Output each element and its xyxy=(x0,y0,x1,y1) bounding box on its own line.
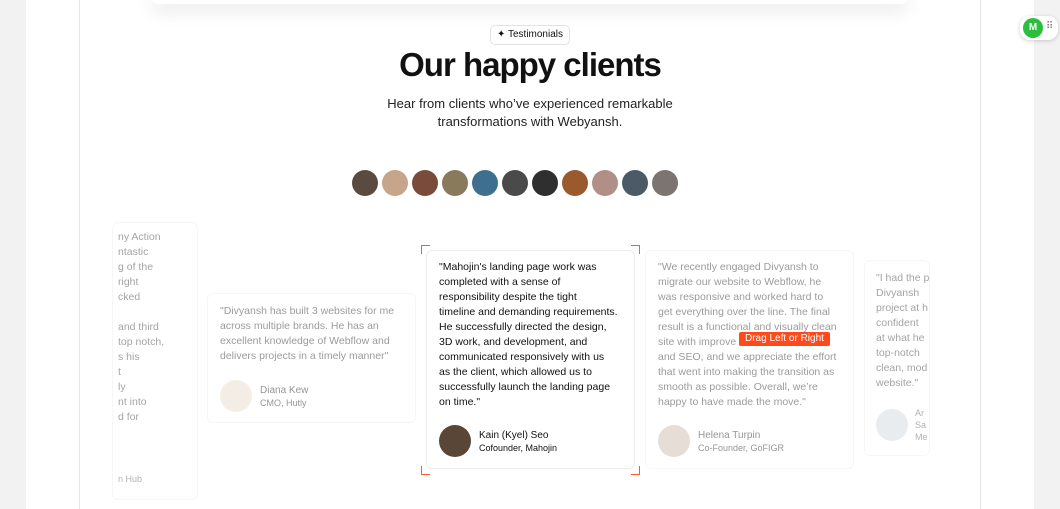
quote-line: that went into making the transition as xyxy=(658,366,835,378)
person-name: Helena Turpin xyxy=(698,429,761,441)
testimonial-card-partial-left[interactable]: ny Action ntastic g of the right cked and th… xyxy=(112,222,198,500)
navbar-bottom-edge xyxy=(150,0,910,4)
person-name: Kain (Kyel) Seo xyxy=(479,429,549,441)
quote-line: get everything over the line. The final xyxy=(658,306,830,318)
quote-line: top-notch xyxy=(876,347,920,359)
quote-line: happy to have made the move." xyxy=(658,396,806,408)
quote-line: delivers projects in a timely manner" xyxy=(220,350,389,362)
client-avatar xyxy=(622,170,648,196)
quote-line: website." xyxy=(876,377,919,389)
partial-quote: "I had the p Divyansh project at h confiden… xyxy=(876,271,929,391)
client-avatar xyxy=(502,170,528,196)
quote-line: 3D work, and development, and xyxy=(439,336,588,348)
person-name: Diana Kew xyxy=(260,384,309,396)
quote-line: right xyxy=(118,276,139,288)
client-avatar xyxy=(442,170,468,196)
testimonial-card-kain[interactable]: "Mahojin's landing page work was complet… xyxy=(426,250,635,469)
client-avatar xyxy=(382,170,408,196)
partial-person-role: n Hub xyxy=(118,474,143,484)
testimonial-quote: "Mahojin's landing page work was complet… xyxy=(439,260,618,410)
testimonial-card-partial-right[interactable]: "I had the p Divyansh project at h confiden… xyxy=(864,260,930,456)
avatar xyxy=(439,425,471,457)
quote-line: Sa xyxy=(915,420,927,430)
partial-person: Ar Sa Me xyxy=(915,407,928,443)
quote-line: confident xyxy=(876,317,919,329)
quote-line: "Mahojin's landing page work was xyxy=(439,261,597,273)
quote-line: ntastic xyxy=(118,246,149,258)
testimonial-card-helena[interactable]: "We recently engaged Divyansh to migrate… xyxy=(645,250,854,469)
client-avatar xyxy=(652,170,678,196)
quote-line: nt into xyxy=(118,396,147,408)
quote-line: cked xyxy=(118,291,141,303)
quote-line: "I had the p xyxy=(876,272,930,284)
quote-line: "Divyansh has built 3 websites for me xyxy=(220,305,395,317)
client-avatar xyxy=(412,170,438,196)
quote-line: across multiple brands. He has an xyxy=(220,320,379,332)
quote-line: at what he xyxy=(876,332,925,344)
quote-line: on time." xyxy=(439,396,481,408)
client-avatar xyxy=(562,170,588,196)
testimonial-quote: "Divyansh has built 3 websites for me ac… xyxy=(220,304,394,364)
testimonial-person: Kain (Kyel) Seo Cofounder, Mahojin xyxy=(439,425,557,457)
quote-line: d for xyxy=(118,411,140,423)
quote-line: smooth as possible. Overall, we’re xyxy=(658,381,818,393)
drag-handle-icon[interactable]: ⠿ xyxy=(1046,21,1053,33)
quote-line: communicated responsively with us xyxy=(439,351,605,363)
quote-line: g of the xyxy=(118,261,154,273)
testimonial-person: Helena Turpin Co-Founder, GoFIGR xyxy=(658,425,784,457)
floating-widget[interactable]: M ⠿ xyxy=(1020,16,1058,40)
avatar xyxy=(658,425,690,457)
quote-line: Me xyxy=(915,432,928,442)
section-subtitle: Hear from clients who’ve experienced rem… xyxy=(330,95,730,131)
quote-line: top notch, xyxy=(118,336,165,348)
client-avatar xyxy=(472,170,498,196)
quote-line: and SEO, and we appreciate the effort xyxy=(658,351,837,363)
client-avatar xyxy=(532,170,558,196)
quote-line: He successfully directed the design, xyxy=(439,321,607,333)
brand-logo-icon[interactable]: M xyxy=(1023,18,1043,38)
quote-line: timeline and demanding requirements. xyxy=(439,306,618,318)
client-avatar-row xyxy=(352,170,678,196)
person-role: Cofounder, Mahojin xyxy=(479,442,558,453)
partial-quote: ny Action ntastic g of the right cked and th… xyxy=(118,230,164,425)
testimonial-card-diana[interactable]: "Divyansh has built 3 websites for me ac… xyxy=(207,293,416,423)
quote-line: as the client, which allowed us to xyxy=(439,366,592,378)
subtitle-line: Hear from clients who’ve experienced rem… xyxy=(387,96,673,111)
quote-line: ny Action xyxy=(118,231,161,243)
client-avatar xyxy=(592,170,618,196)
quote-line: Divyansh xyxy=(876,287,920,299)
quote-line: clean, mod xyxy=(876,362,928,374)
quote-line: Ar xyxy=(915,408,924,418)
section-badge: ✦ Testimonials xyxy=(490,25,570,45)
quote-line: "We recently engaged Divyansh to xyxy=(658,261,819,273)
quote-line: excellent knowledge of Webflow and xyxy=(220,335,390,347)
quote-line: ly xyxy=(118,381,126,393)
quote-line: project at h xyxy=(876,302,928,314)
quote-line: completed with a sense of xyxy=(439,276,561,288)
quote-line: was responsive and worked hard to xyxy=(658,291,824,303)
drag-hint-label: Drag Left or Right xyxy=(739,332,830,346)
quote-line: t xyxy=(118,366,121,378)
person-role: Co-Founder, GoFIGR xyxy=(698,442,785,453)
avatar xyxy=(220,380,252,412)
quote-line xyxy=(118,305,164,320)
client-avatar xyxy=(352,170,378,196)
subtitle-line: transformations with Webyansh. xyxy=(437,114,623,129)
quote-line: s his xyxy=(118,351,140,363)
section-title: Our happy clients xyxy=(399,46,662,83)
person-role: CMO, Hutly xyxy=(260,397,307,408)
quote-line: migrate our website to Webflow, he xyxy=(658,276,822,288)
avatar xyxy=(876,409,908,441)
quote-line: and third xyxy=(118,321,159,333)
quote-line: successfully launch the landing page xyxy=(439,381,611,393)
quote-line: responsibility despite the tight xyxy=(439,291,577,303)
testimonial-person: Diana Kew CMO, Hutly xyxy=(220,380,308,412)
